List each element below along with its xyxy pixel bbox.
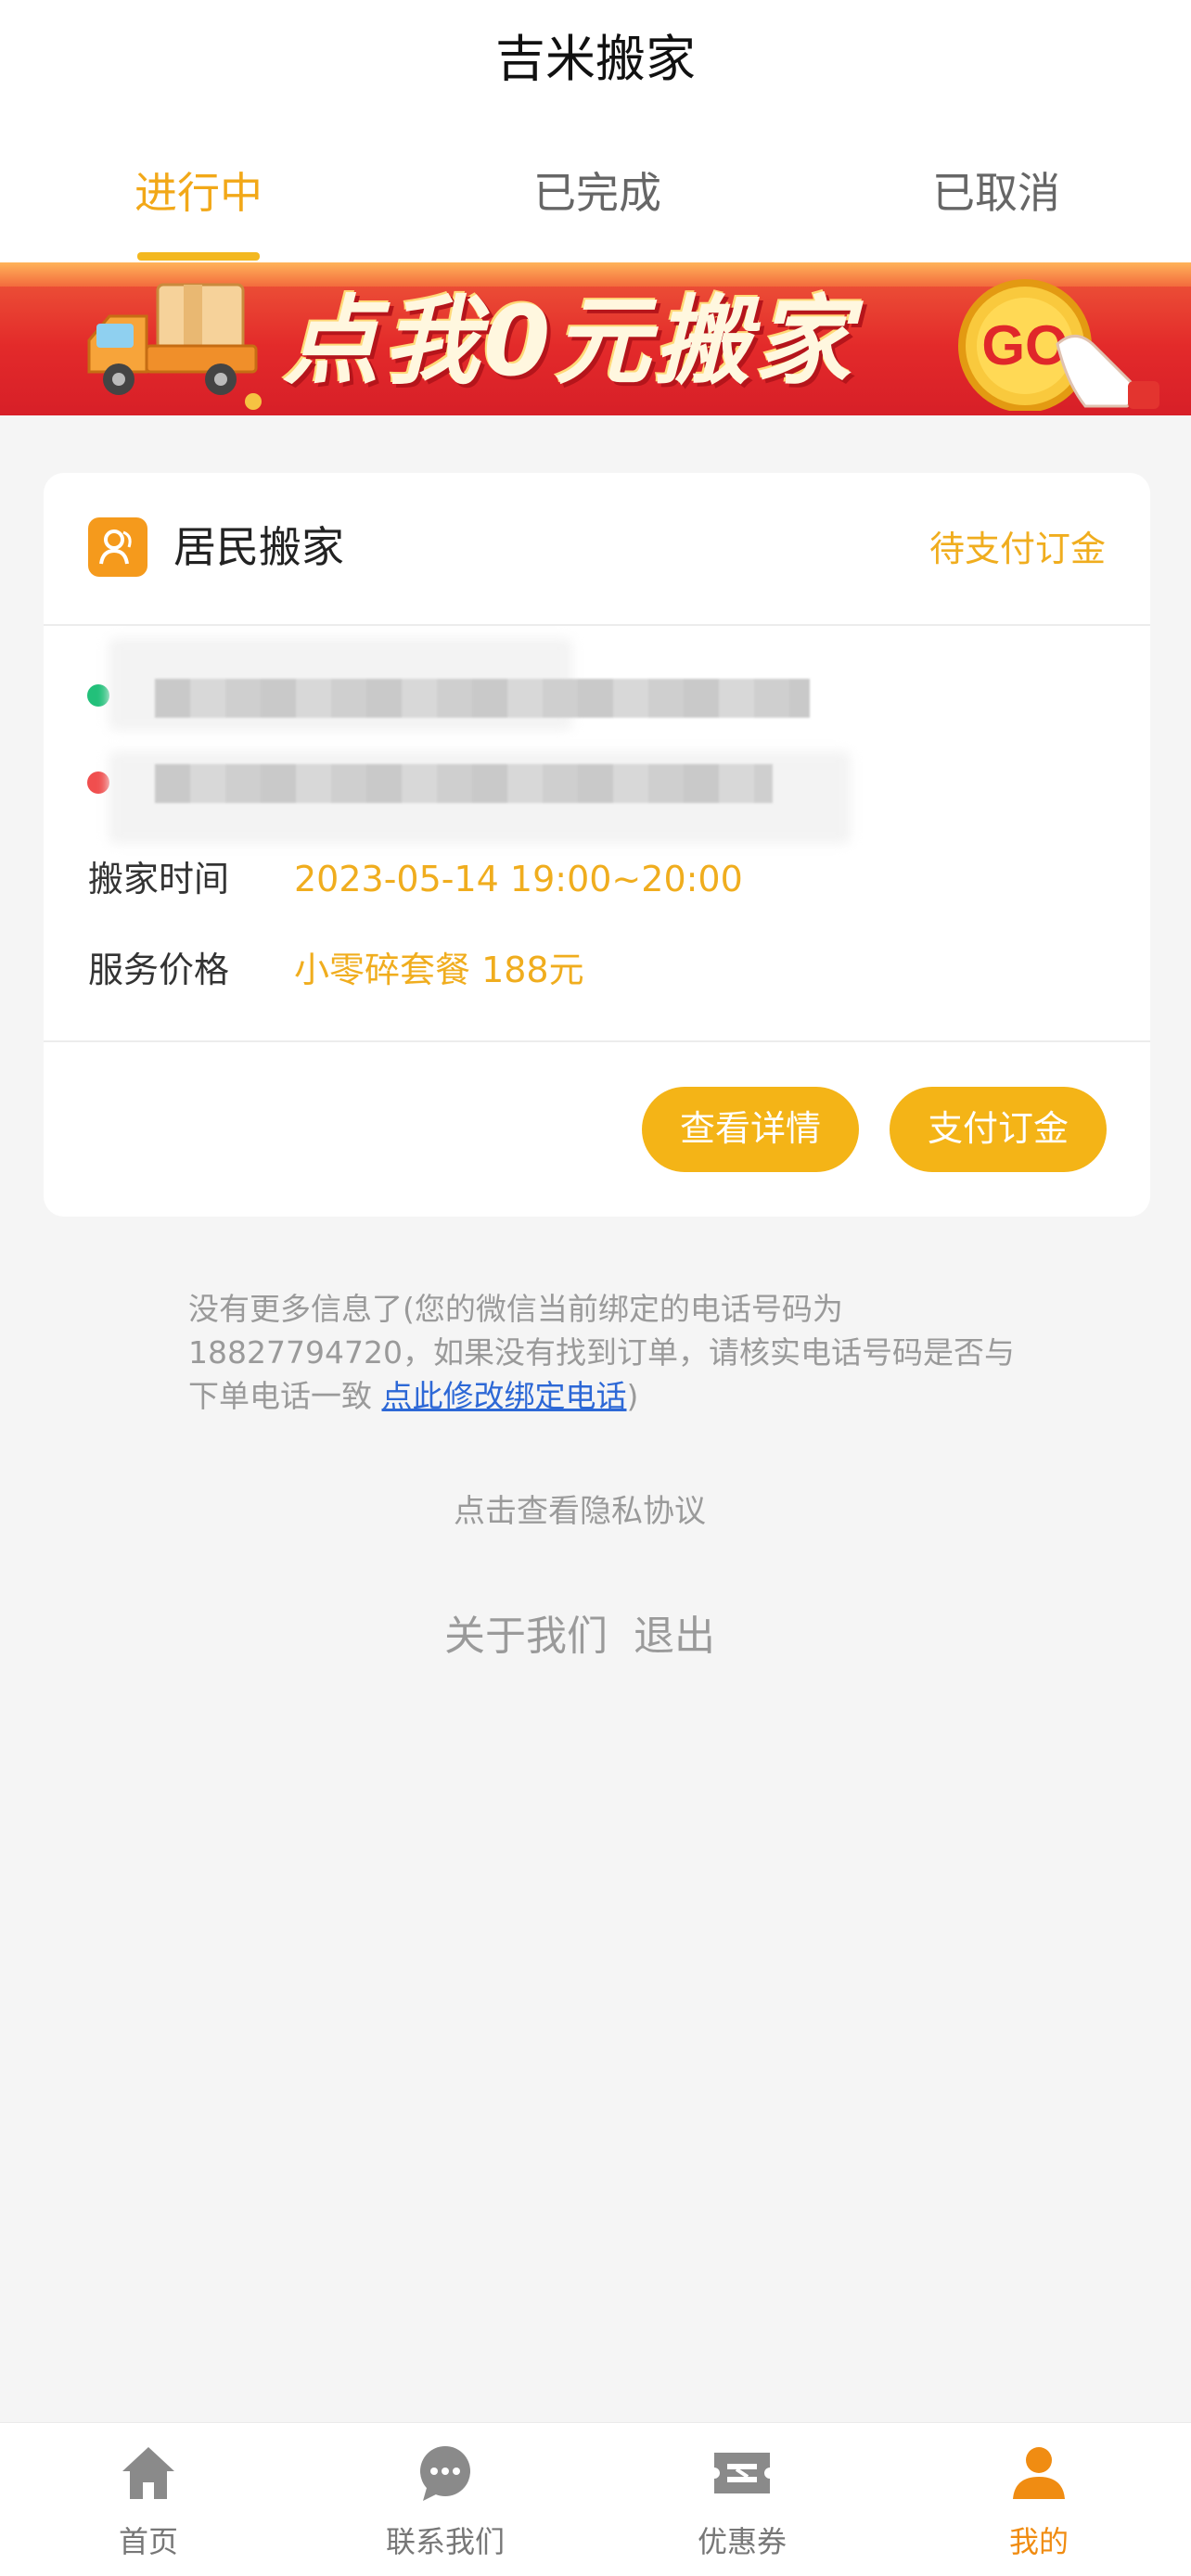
user-icon xyxy=(1013,2447,1065,2499)
nav-contact-label: 联系我们 xyxy=(385,2524,505,2559)
page-title: 吉米搬家 xyxy=(495,30,696,88)
go-label: GO xyxy=(981,314,1068,376)
no-more-info-notice: 没有更多信息了(您的微信当前绑定的电话号码为18827794720，如果没有找到… xyxy=(188,1287,1023,1418)
change-phone-link[interactable]: 点此修改绑定电话 xyxy=(382,1378,627,1414)
privacy-policy-link[interactable]: 点击查看隐私协议 xyxy=(0,1488,1159,1535)
end-location-dot xyxy=(87,772,109,794)
divider xyxy=(44,624,1150,626)
footer-links: 关于我们 退出 xyxy=(0,1609,1159,1664)
notice-suffix: ) xyxy=(626,1378,639,1414)
pay-deposit-button[interactable]: 支付订金 xyxy=(890,1087,1107,1172)
start-location-dot xyxy=(87,684,109,707)
nav-coupons[interactable]: 优惠券 xyxy=(594,2423,890,2576)
tab-cancelled[interactable]: 已取消 xyxy=(857,159,1135,226)
redacted-end-address xyxy=(155,764,773,803)
divider xyxy=(44,1040,1150,1042)
order-type: 居民搬家 xyxy=(173,522,344,572)
nav-home[interactable]: 首页 xyxy=(0,2423,297,2576)
move-time-label: 搬家时间 xyxy=(88,859,230,899)
truck-icon xyxy=(87,283,262,410)
order-card-header: 居民搬家 待支付订金 xyxy=(44,473,1150,625)
chat-icon xyxy=(420,2446,470,2501)
home-icon xyxy=(122,2447,174,2499)
order-card[interactable]: 居民搬家 待支付订金 搬家时间 2023-05-14 19:00~20:00 服… xyxy=(44,473,1150,1217)
redacted-start-address xyxy=(155,679,810,718)
order-status: 待支付订金 xyxy=(928,529,1106,569)
logout-link[interactable]: 退出 xyxy=(634,1613,715,1660)
tab-completed[interactable]: 已完成 xyxy=(458,159,736,226)
coupon-icon xyxy=(714,2453,770,2493)
nav-contact[interactable]: 联系我们 xyxy=(297,2423,594,2576)
nav-coupons-label: 优惠券 xyxy=(697,2524,787,2559)
nav-mine-label: 我的 xyxy=(1008,2524,1069,2559)
banner-text: 点我0元搬家 xyxy=(283,285,855,398)
about-us-link[interactable]: 关于我们 xyxy=(444,1613,608,1660)
active-tab-indicator xyxy=(137,252,260,261)
service-price-value: 小零碎套餐 188元 xyxy=(294,950,584,990)
nav-home-label: 首页 xyxy=(118,2524,178,2559)
resident-move-icon xyxy=(88,517,147,577)
move-time-value: 2023-05-14 19:00~20:00 xyxy=(294,859,743,899)
bottom-nav: 首页 联系我们 优惠券 我的 xyxy=(0,2422,1191,2576)
promo-banner[interactable]: 点我0元搬家 GO xyxy=(0,262,1191,415)
go-coin-icon: GO xyxy=(958,279,1159,411)
order-tabs: 进行中 已完成 已取消 xyxy=(0,159,1191,261)
view-details-button[interactable]: 查看详情 xyxy=(642,1087,859,1172)
tab-in-progress[interactable]: 进行中 xyxy=(59,159,338,226)
service-price-label: 服务价格 xyxy=(88,950,230,990)
header: 吉米搬家 进行中 已完成 已取消 xyxy=(0,0,1191,262)
nav-mine[interactable]: 我的 xyxy=(890,2423,1187,2576)
